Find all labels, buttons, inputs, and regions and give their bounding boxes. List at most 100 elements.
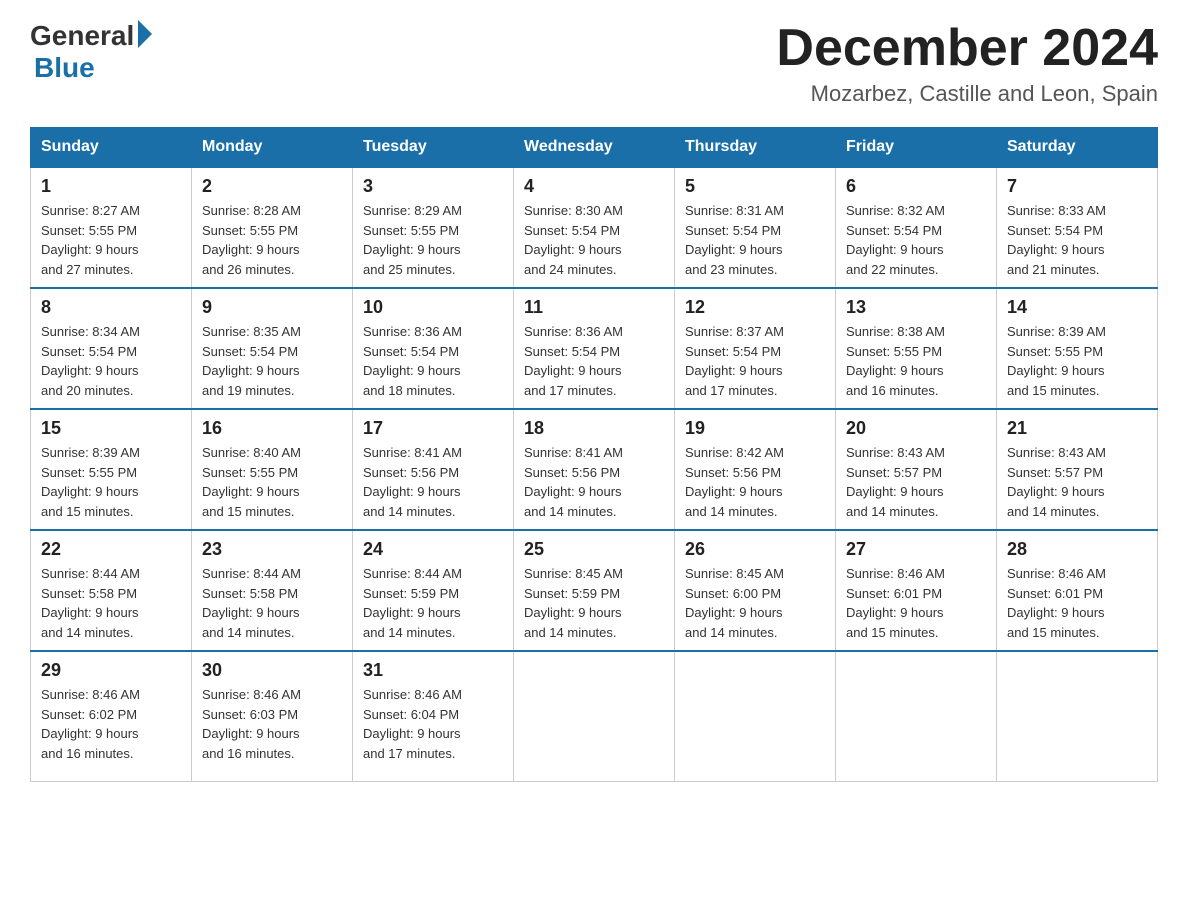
calendar-cell: 3 Sunrise: 8:29 AM Sunset: 5:55 PM Dayli… xyxy=(353,167,514,288)
day-number: 24 xyxy=(363,539,503,560)
day-number: 20 xyxy=(846,418,986,439)
day-info: Sunrise: 8:44 AM Sunset: 5:58 PM Dayligh… xyxy=(41,564,181,642)
header-friday: Friday xyxy=(836,128,997,168)
calendar-cell: 7 Sunrise: 8:33 AM Sunset: 5:54 PM Dayli… xyxy=(997,167,1158,288)
day-number: 2 xyxy=(202,176,342,197)
day-info: Sunrise: 8:39 AM Sunset: 5:55 PM Dayligh… xyxy=(41,443,181,521)
day-number: 12 xyxy=(685,297,825,318)
day-info: Sunrise: 8:32 AM Sunset: 5:54 PM Dayligh… xyxy=(846,201,986,279)
calendar-cell xyxy=(997,651,1158,781)
calendar-cell: 15 Sunrise: 8:39 AM Sunset: 5:55 PM Dayl… xyxy=(31,409,192,530)
calendar-cell xyxy=(675,651,836,781)
calendar-cell: 5 Sunrise: 8:31 AM Sunset: 5:54 PM Dayli… xyxy=(675,167,836,288)
day-number: 11 xyxy=(524,297,664,318)
calendar-cell: 28 Sunrise: 8:46 AM Sunset: 6:01 PM Dayl… xyxy=(997,530,1158,651)
calendar-cell: 24 Sunrise: 8:44 AM Sunset: 5:59 PM Dayl… xyxy=(353,530,514,651)
day-info: Sunrise: 8:46 AM Sunset: 6:01 PM Dayligh… xyxy=(1007,564,1147,642)
title-section: December 2024 Mozarbez, Castille and Leo… xyxy=(776,20,1158,107)
calendar-cell xyxy=(514,651,675,781)
calendar-cell: 18 Sunrise: 8:41 AM Sunset: 5:56 PM Dayl… xyxy=(514,409,675,530)
day-info: Sunrise: 8:40 AM Sunset: 5:55 PM Dayligh… xyxy=(202,443,342,521)
calendar-cell: 16 Sunrise: 8:40 AM Sunset: 5:55 PM Dayl… xyxy=(192,409,353,530)
calendar-header-row: SundayMondayTuesdayWednesdayThursdayFrid… xyxy=(31,128,1158,168)
day-info: Sunrise: 8:36 AM Sunset: 5:54 PM Dayligh… xyxy=(524,322,664,400)
day-info: Sunrise: 8:30 AM Sunset: 5:54 PM Dayligh… xyxy=(524,201,664,279)
calendar-cell: 23 Sunrise: 8:44 AM Sunset: 5:58 PM Dayl… xyxy=(192,530,353,651)
location-subtitle: Mozarbez, Castille and Leon, Spain xyxy=(776,81,1158,107)
day-number: 29 xyxy=(41,660,181,681)
calendar-cell: 19 Sunrise: 8:42 AM Sunset: 5:56 PM Dayl… xyxy=(675,409,836,530)
day-number: 3 xyxy=(363,176,503,197)
calendar-cell: 21 Sunrise: 8:43 AM Sunset: 5:57 PM Dayl… xyxy=(997,409,1158,530)
day-number: 8 xyxy=(41,297,181,318)
day-info: Sunrise: 8:28 AM Sunset: 5:55 PM Dayligh… xyxy=(202,201,342,279)
header-saturday: Saturday xyxy=(997,128,1158,168)
day-number: 9 xyxy=(202,297,342,318)
calendar-cell: 25 Sunrise: 8:45 AM Sunset: 5:59 PM Dayl… xyxy=(514,530,675,651)
header-sunday: Sunday xyxy=(31,128,192,168)
day-info: Sunrise: 8:46 AM Sunset: 6:02 PM Dayligh… xyxy=(41,685,181,763)
day-info: Sunrise: 8:33 AM Sunset: 5:54 PM Dayligh… xyxy=(1007,201,1147,279)
day-info: Sunrise: 8:43 AM Sunset: 5:57 PM Dayligh… xyxy=(846,443,986,521)
day-info: Sunrise: 8:39 AM Sunset: 5:55 PM Dayligh… xyxy=(1007,322,1147,400)
calendar-cell: 22 Sunrise: 8:44 AM Sunset: 5:58 PM Dayl… xyxy=(31,530,192,651)
calendar-cell: 4 Sunrise: 8:30 AM Sunset: 5:54 PM Dayli… xyxy=(514,167,675,288)
day-number: 13 xyxy=(846,297,986,318)
calendar-week-row: 8 Sunrise: 8:34 AM Sunset: 5:54 PM Dayli… xyxy=(31,288,1158,409)
calendar-cell: 11 Sunrise: 8:36 AM Sunset: 5:54 PM Dayl… xyxy=(514,288,675,409)
calendar-cell: 29 Sunrise: 8:46 AM Sunset: 6:02 PM Dayl… xyxy=(31,651,192,781)
calendar-week-row: 1 Sunrise: 8:27 AM Sunset: 5:55 PM Dayli… xyxy=(31,167,1158,288)
day-number: 4 xyxy=(524,176,664,197)
header-monday: Monday xyxy=(192,128,353,168)
day-number: 7 xyxy=(1007,176,1147,197)
day-info: Sunrise: 8:29 AM Sunset: 5:55 PM Dayligh… xyxy=(363,201,503,279)
calendar-week-row: 22 Sunrise: 8:44 AM Sunset: 5:58 PM Dayl… xyxy=(31,530,1158,651)
day-info: Sunrise: 8:31 AM Sunset: 5:54 PM Dayligh… xyxy=(685,201,825,279)
calendar-cell: 27 Sunrise: 8:46 AM Sunset: 6:01 PM Dayl… xyxy=(836,530,997,651)
calendar-week-row: 15 Sunrise: 8:39 AM Sunset: 5:55 PM Dayl… xyxy=(31,409,1158,530)
day-number: 1 xyxy=(41,176,181,197)
day-number: 28 xyxy=(1007,539,1147,560)
day-info: Sunrise: 8:44 AM Sunset: 5:59 PM Dayligh… xyxy=(363,564,503,642)
day-info: Sunrise: 8:37 AM Sunset: 5:54 PM Dayligh… xyxy=(685,322,825,400)
calendar-table: SundayMondayTuesdayWednesdayThursdayFrid… xyxy=(30,127,1158,782)
day-info: Sunrise: 8:38 AM Sunset: 5:55 PM Dayligh… xyxy=(846,322,986,400)
day-info: Sunrise: 8:41 AM Sunset: 5:56 PM Dayligh… xyxy=(363,443,503,521)
day-number: 21 xyxy=(1007,418,1147,439)
calendar-cell: 8 Sunrise: 8:34 AM Sunset: 5:54 PM Dayli… xyxy=(31,288,192,409)
header-thursday: Thursday xyxy=(675,128,836,168)
day-number: 30 xyxy=(202,660,342,681)
calendar-cell: 17 Sunrise: 8:41 AM Sunset: 5:56 PM Dayl… xyxy=(353,409,514,530)
day-number: 23 xyxy=(202,539,342,560)
calendar-week-row: 29 Sunrise: 8:46 AM Sunset: 6:02 PM Dayl… xyxy=(31,651,1158,781)
logo-arrow-icon xyxy=(138,20,152,48)
header-wednesday: Wednesday xyxy=(514,128,675,168)
calendar-cell: 9 Sunrise: 8:35 AM Sunset: 5:54 PM Dayli… xyxy=(192,288,353,409)
day-number: 18 xyxy=(524,418,664,439)
header-tuesday: Tuesday xyxy=(353,128,514,168)
calendar-cell: 10 Sunrise: 8:36 AM Sunset: 5:54 PM Dayl… xyxy=(353,288,514,409)
day-number: 27 xyxy=(846,539,986,560)
day-info: Sunrise: 8:27 AM Sunset: 5:55 PM Dayligh… xyxy=(41,201,181,279)
day-info: Sunrise: 8:41 AM Sunset: 5:56 PM Dayligh… xyxy=(524,443,664,521)
day-info: Sunrise: 8:36 AM Sunset: 5:54 PM Dayligh… xyxy=(363,322,503,400)
calendar-cell xyxy=(836,651,997,781)
day-info: Sunrise: 8:35 AM Sunset: 5:54 PM Dayligh… xyxy=(202,322,342,400)
day-number: 14 xyxy=(1007,297,1147,318)
day-info: Sunrise: 8:45 AM Sunset: 5:59 PM Dayligh… xyxy=(524,564,664,642)
day-number: 19 xyxy=(685,418,825,439)
day-info: Sunrise: 8:46 AM Sunset: 6:04 PM Dayligh… xyxy=(363,685,503,763)
calendar-cell: 31 Sunrise: 8:46 AM Sunset: 6:04 PM Dayl… xyxy=(353,651,514,781)
logo: General Blue xyxy=(30,20,152,84)
logo-general-text: General xyxy=(30,20,134,52)
day-number: 16 xyxy=(202,418,342,439)
calendar-cell: 1 Sunrise: 8:27 AM Sunset: 5:55 PM Dayli… xyxy=(31,167,192,288)
day-info: Sunrise: 8:43 AM Sunset: 5:57 PM Dayligh… xyxy=(1007,443,1147,521)
calendar-cell: 12 Sunrise: 8:37 AM Sunset: 5:54 PM Dayl… xyxy=(675,288,836,409)
day-number: 26 xyxy=(685,539,825,560)
day-number: 6 xyxy=(846,176,986,197)
calendar-cell: 13 Sunrise: 8:38 AM Sunset: 5:55 PM Dayl… xyxy=(836,288,997,409)
calendar-cell: 6 Sunrise: 8:32 AM Sunset: 5:54 PM Dayli… xyxy=(836,167,997,288)
day-info: Sunrise: 8:46 AM Sunset: 6:03 PM Dayligh… xyxy=(202,685,342,763)
day-number: 31 xyxy=(363,660,503,681)
